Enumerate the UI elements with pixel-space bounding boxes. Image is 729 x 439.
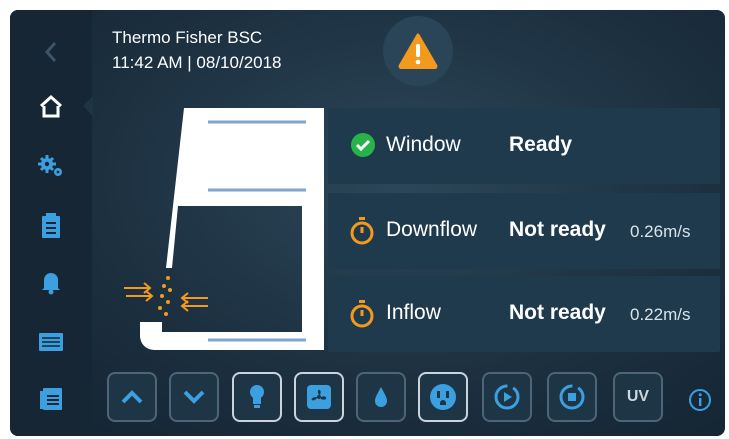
stop-cycle-button[interactable]: [547, 372, 597, 422]
alert-button[interactable]: [383, 16, 453, 86]
sash-up-button[interactable]: [107, 372, 157, 422]
status-state: Ready: [509, 133, 573, 156]
bell-icon: [42, 273, 60, 295]
fan-icon: [307, 385, 331, 409]
start-cycle-icon: [494, 384, 520, 410]
monitor-icon: [39, 333, 63, 351]
sash-down-button[interactable]: [169, 372, 219, 422]
calendar-icon: [40, 388, 62, 410]
outlet-button[interactable]: [418, 372, 468, 422]
chevron-up-icon: [121, 390, 143, 404]
chevron-down-icon: [183, 390, 205, 404]
app-frame: Thermo Fisher BSC 11:42 AM | 08/10/2018: [10, 10, 725, 436]
status-value: 0.22m/s: [630, 305, 691, 324]
info-icon[interactable]: [688, 388, 712, 412]
datetime-readout: 11:42 AM | 08/10/2018: [112, 53, 282, 72]
sidebar-item-display[interactable]: [10, 320, 92, 364]
status-name: Downflow: [386, 218, 478, 241]
sidebar-item-logs[interactable]: [10, 204, 92, 248]
stopwatch-icon: [350, 300, 374, 328]
back-button[interactable]: [10, 30, 92, 74]
status-name: Window: [386, 133, 461, 156]
fan-button[interactable]: [294, 372, 344, 422]
stopwatch-icon: [350, 217, 374, 245]
sidebar-item-calendar[interactable]: [10, 376, 92, 420]
status-row-downflow: Downflow Not ready 0.26m/s: [328, 193, 720, 269]
home-icon: [39, 94, 63, 118]
light-bulb-icon: [250, 385, 264, 408]
sidebar: [10, 10, 93, 436]
status-state: Not ready: [509, 218, 606, 241]
gas-valve-button[interactable]: [356, 372, 406, 422]
uv-label: UV: [626, 388, 650, 405]
status-state: Not ready: [509, 301, 606, 324]
status-value: 0.26m/s: [630, 222, 691, 241]
settings-icon: [38, 155, 62, 176]
start-cycle-button[interactable]: [482, 372, 532, 422]
check-circle-icon: [351, 133, 375, 157]
drop-icon: [375, 387, 387, 407]
status-row-window: Window Ready: [328, 108, 720, 184]
outlet-icon: [430, 384, 456, 410]
back-icon: [44, 42, 57, 62]
cabinet-diagram: [124, 108, 324, 350]
clipboard-icon: [42, 213, 60, 238]
stop-cycle-icon: [559, 384, 585, 410]
sidebar-item-settings[interactable]: [10, 144, 92, 188]
sidebar-item-alarms[interactable]: [10, 260, 92, 304]
device-title: Thermo Fisher BSC: [112, 28, 263, 47]
sidebar-item-home[interactable]: [10, 84, 93, 128]
light-button[interactable]: [232, 372, 282, 422]
status-row-inflow: Inflow Not ready 0.22m/s: [328, 276, 720, 352]
status-name: Inflow: [386, 301, 441, 324]
uv-button[interactable]: UV: [613, 372, 663, 422]
warning-icon: [398, 33, 438, 69]
